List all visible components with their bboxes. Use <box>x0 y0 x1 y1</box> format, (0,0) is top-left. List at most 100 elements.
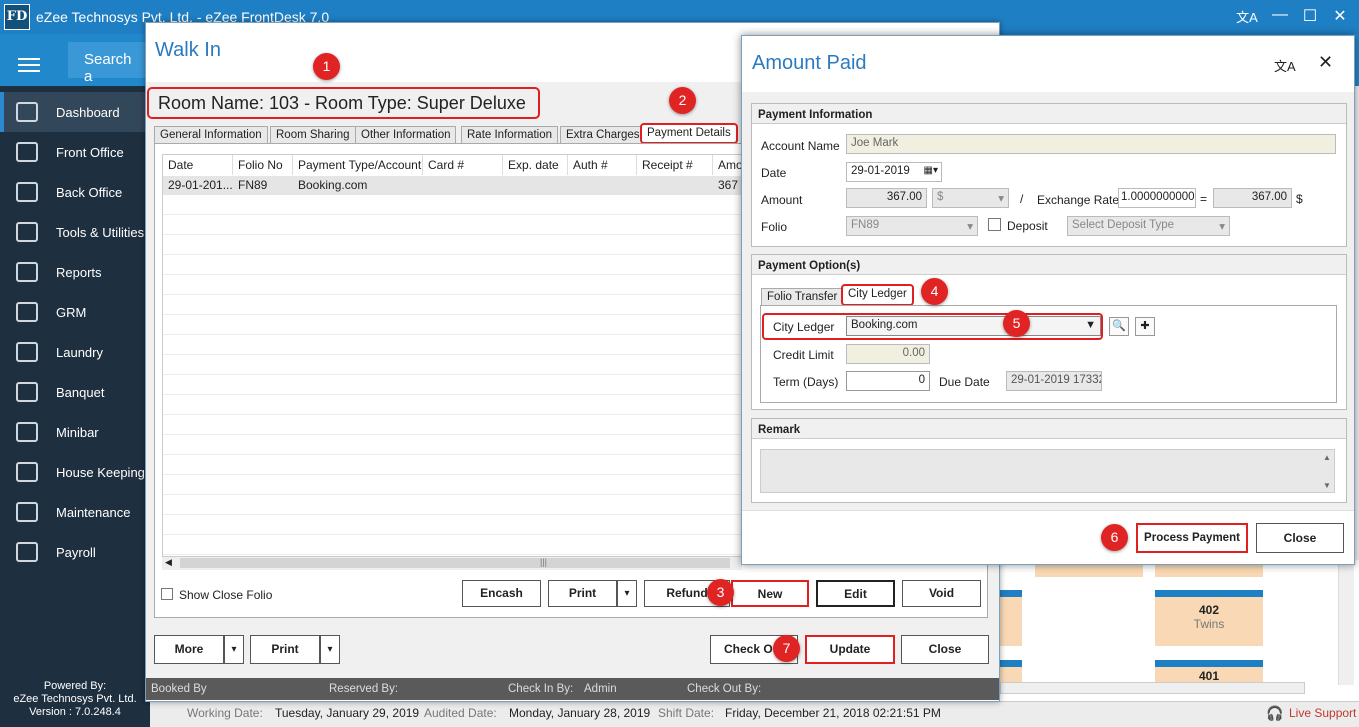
account-name-field[interactable]: Joe Mark <box>846 134 1336 154</box>
tab-other-information[interactable]: Other Information <box>355 126 457 144</box>
grid-column-header[interactable]: Exp. date <box>503 155 568 175</box>
grid-column-header[interactable]: Card # <box>423 155 503 175</box>
audited-date-value: Monday, January 28, 2019 <box>509 706 651 720</box>
sidebar-item-house-keeping[interactable]: House Keeping <box>0 452 150 492</box>
divide-sign: / <box>1020 192 1024 206</box>
sidebar-item-payroll[interactable]: Payroll <box>0 532 150 572</box>
sidebar-item-reports[interactable]: Reports <box>0 252 150 292</box>
dashboard-vertical-scrollbar[interactable] <box>1338 560 1354 685</box>
exchange-rate-field[interactable]: 1.0000000000 <box>1118 188 1196 208</box>
deposit-type-select[interactable]: Select Deposit Type <box>1067 216 1230 236</box>
translate-icon[interactable]: 文A <box>1235 7 1259 26</box>
scroll-down-icon[interactable]: ▼ <box>1323 481 1331 490</box>
remark-textarea[interactable] <box>760 449 1335 493</box>
more-button[interactable]: More <box>154 635 224 664</box>
grid-column-header[interactable]: Auth # <box>568 155 637 175</box>
grid-column-header[interactable]: Amo <box>713 155 743 175</box>
maximize-icon[interactable]: ☐ <box>1298 6 1322 26</box>
tab-room-sharing[interactable]: Room Sharing <box>270 126 356 144</box>
search-ledger-icon[interactable]: 🔍 <box>1109 317 1129 336</box>
sidebar-item-tools-utilities[interactable]: Tools & Utilities <box>0 212 150 252</box>
tab-rate-information[interactable]: Rate Information <box>461 126 559 144</box>
grid-cell <box>503 176 568 195</box>
translate-icon[interactable]: 文A <box>1274 56 1296 75</box>
laundry-icon <box>16 342 38 362</box>
process-payment-button[interactable]: Process Payment <box>1136 523 1248 553</box>
exchange-rate-label: Exchange Rate <box>1037 193 1120 207</box>
live-support-link[interactable]: Live Support <box>1289 706 1356 720</box>
check-out-by-label: Check Out By: <box>687 683 762 695</box>
print-main-dropdown-icon[interactable]: ▾ <box>320 635 340 664</box>
currency-select[interactable]: $ <box>932 188 1009 208</box>
tab-folio-transfer[interactable]: Folio Transfer <box>761 288 844 306</box>
menu-hamburger-icon[interactable] <box>18 58 40 72</box>
sidebar-item-front-office[interactable]: Front Office <box>0 132 150 172</box>
grid-cell <box>423 176 503 195</box>
chevron-down-icon[interactable]: ▼ <box>1085 319 1096 331</box>
sidebar-item-label: Banquet <box>56 385 105 400</box>
folio-select[interactable]: FN89 <box>846 216 978 236</box>
sidebar-item-grm[interactable]: GRM <box>0 292 150 332</box>
grid-scroll-thumb[interactable] <box>180 558 730 568</box>
sidebar-item-minibar[interactable]: Minibar <box>0 412 150 452</box>
room-tile-partial[interactable] <box>1000 660 1022 682</box>
dashboard-horizontal-scrollbar[interactable] <box>1000 682 1305 694</box>
converted-currency: $ <box>1296 192 1303 206</box>
sidebar-item-laundry[interactable]: Laundry <box>0 332 150 372</box>
grid-column-header[interactable]: Date <box>163 155 233 175</box>
scroll-up-icon[interactable]: ▲ <box>1323 453 1331 462</box>
close-app-icon[interactable]: ✕ <box>1328 6 1352 26</box>
deposit-type-placeholder: Select Deposit Type <box>1072 219 1175 231</box>
term-days-field[interactable]: 0 <box>846 371 930 391</box>
show-close-folio-checkbox[interactable] <box>161 588 173 600</box>
print-main-button[interactable]: Print <box>250 635 320 664</box>
sidebar-item-label: Reports <box>56 265 102 280</box>
room-tile-401[interactable]: 401 <box>1155 660 1263 682</box>
close-dialog-icon[interactable]: ✕ <box>1318 52 1333 73</box>
close-dialog-button[interactable]: Close <box>1256 523 1344 553</box>
step-badge-6: 6 <box>1101 524 1128 551</box>
edit-button[interactable]: Edit <box>816 580 895 607</box>
tab-extra-charges[interactable]: Extra Charges <box>560 126 646 144</box>
converted-amount-field: 367.00 <box>1213 188 1292 208</box>
room-tile-402[interactable]: 402 Twins <box>1155 590 1263 646</box>
grid-cell <box>568 176 637 195</box>
sidebar-item-back-office[interactable]: Back Office <box>0 172 150 212</box>
more-dropdown-icon[interactable]: ▾ <box>224 635 244 664</box>
room-tile-partial[interactable] <box>1000 590 1022 646</box>
print-button[interactable]: Print <box>548 580 617 607</box>
room-number: 401 <box>1198 669 1220 682</box>
grid-column-header[interactable]: Receipt # <box>637 155 713 175</box>
tab-city-ledger[interactable]: City Ledger <box>841 284 914 306</box>
tab-payment-details[interactable]: Payment Details <box>640 123 738 144</box>
headset-icon: 🎧 <box>1266 705 1284 721</box>
encash-button[interactable]: Encash <box>462 580 541 607</box>
scroll-left-icon[interactable]: ◀ <box>165 557 172 568</box>
update-button[interactable]: Update <box>805 635 895 664</box>
new-button[interactable]: New <box>731 580 809 607</box>
sidebar-item-dashboard[interactable]: Dashboard <box>0 92 150 132</box>
sidebar-item-maintenance[interactable]: Maintenance <box>0 492 150 532</box>
sidebar-item-banquet[interactable]: Banquet <box>0 372 150 412</box>
minimize-icon[interactable]: — <box>1268 6 1292 24</box>
deposit-checkbox[interactable] <box>988 218 1001 231</box>
grid-column-header[interactable]: Payment Type/Account <box>293 155 423 175</box>
minibar-icon <box>16 422 38 442</box>
close-walk-in-button[interactable]: Close <box>901 635 989 664</box>
step-badge-5: 5 <box>1003 310 1030 337</box>
grid-cell <box>637 176 713 195</box>
grid-column-header[interactable]: Folio No <box>233 155 293 175</box>
print-dropdown-icon[interactable]: ▾ <box>617 580 637 607</box>
date-field[interactable]: 29-01-2019 ▦▾ <box>846 162 942 182</box>
walk-in-title: Walk In <box>155 39 221 61</box>
add-ledger-icon[interactable]: ✚ <box>1135 317 1155 336</box>
amount-field[interactable]: 367.00 <box>846 188 927 208</box>
calendar-icon[interactable]: ▦▾ <box>924 165 938 176</box>
city-ledger-select[interactable]: Booking.com ▼ <box>846 316 1101 336</box>
sidebar-item-label: Front Office <box>56 145 124 160</box>
void-button[interactable]: Void <box>902 580 981 607</box>
step-badge-4: 4 <box>921 278 948 305</box>
tab-general-information[interactable]: General Information <box>154 126 268 144</box>
check-in-by-label: Check In By: <box>508 683 574 695</box>
grid-cell: 367 <box>718 178 739 192</box>
